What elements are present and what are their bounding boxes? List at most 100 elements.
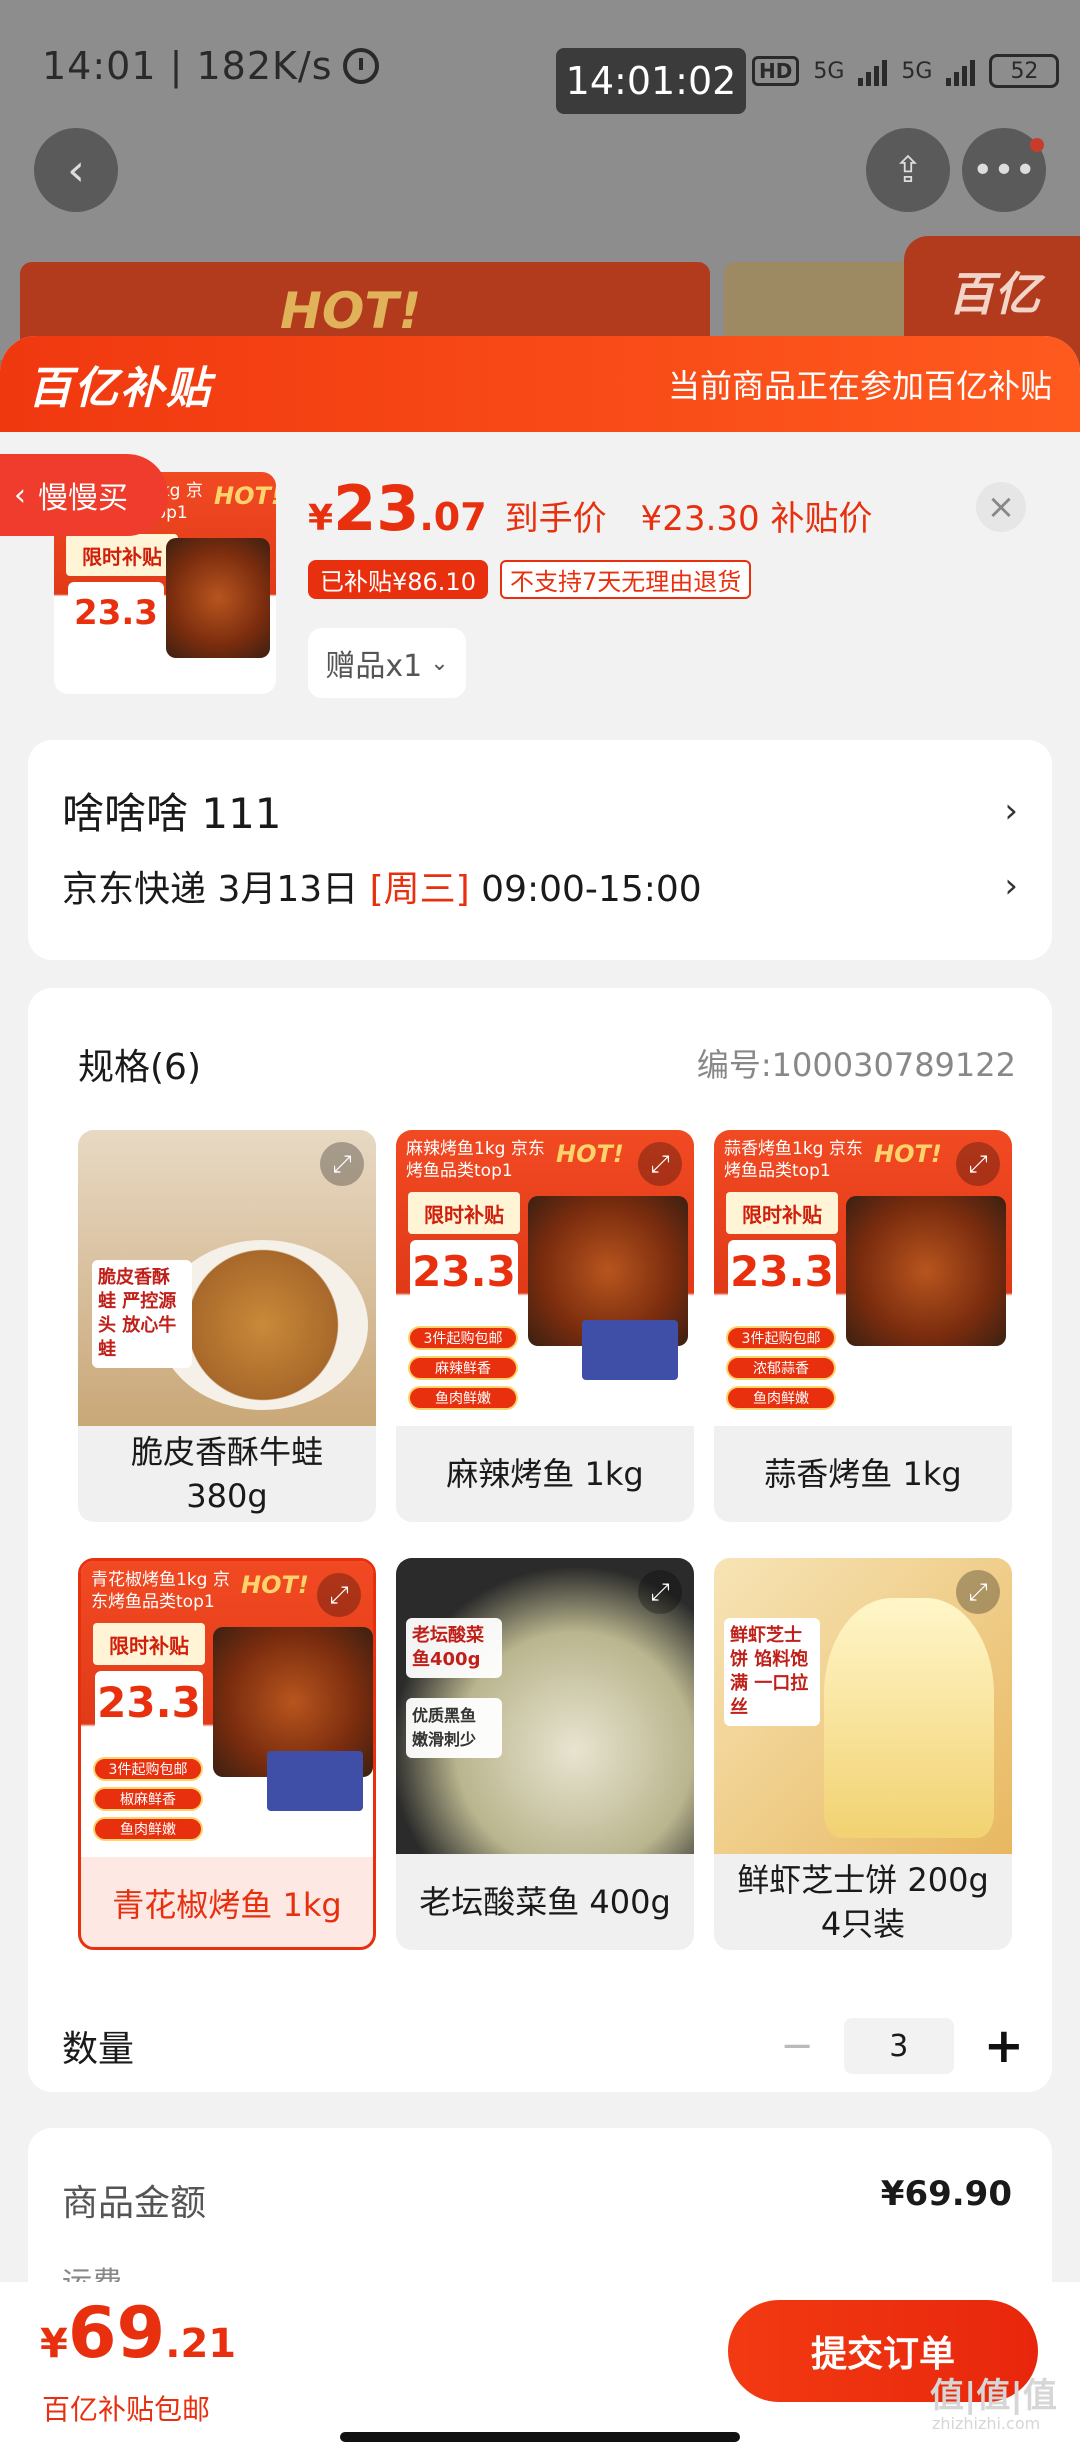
- subsidy-header: 百亿补贴 当前商品正在参加百亿补贴: [0, 336, 1080, 432]
- price-currency: ¥: [308, 498, 334, 539]
- thumb-hot-text: HOT!: [214, 482, 276, 510]
- chevron-down-icon: ⌄: [430, 650, 449, 676]
- spec-name: 脆皮香酥牛蛙 380g: [130, 1433, 323, 1515]
- subsidy-note: 当前商品正在参加百亿补贴: [667, 367, 1052, 405]
- amount-label: 商品金额: [62, 2183, 207, 2224]
- image-hot: HOT!: [874, 1140, 942, 1168]
- signal-icon: [858, 56, 888, 86]
- total-currency: ¥: [40, 2321, 68, 2367]
- image-hot: HOT!: [556, 1140, 624, 1168]
- total-integer: 69: [67, 2292, 166, 2374]
- quantity-value[interactable]: 3: [843, 2018, 954, 2074]
- spec-option-garlic-fish[interactable]: 蒜香烤鱼1kg 京东烤鱼品类top1 HOT! 限时补贴 23.3 3件起购包邮…: [714, 1130, 1012, 1522]
- image-tag: 脆皮香酥蛙 严控源头 放心牛蛙: [92, 1260, 192, 1368]
- free-shipping-note: 百亿补贴包邮: [42, 2393, 211, 2426]
- spec-option-frog[interactable]: 脆皮香酥蛙 严控源头 放心牛蛙 ⤢ 脆皮香酥牛蛙 380g: [78, 1130, 376, 1522]
- expand-icon[interactable]: ⤢: [956, 1570, 1000, 1614]
- price-line: ¥ 23 .07 到手价 ¥23.30 补贴价: [308, 472, 872, 545]
- image-price: 23.3: [95, 1671, 203, 1733]
- notification-dot: [1030, 138, 1044, 152]
- spec-option-spicy-fish[interactable]: 麻辣烤鱼1kg 京东烤鱼品类top1 HOT! 限时补贴 23.3 3件起购包邮…: [396, 1130, 694, 1522]
- image-pill: 3件起购包邮: [93, 1757, 203, 1781]
- image-pill: 鱼肉鲜嫩: [726, 1386, 836, 1410]
- image-hot: HOT!: [241, 1571, 309, 1599]
- spec-image: 蒜香烤鱼1kg 京东烤鱼品类top1 HOT! 限时补贴 23.3 3件起购包邮…: [714, 1130, 1012, 1426]
- image-tag: 老坛酸菜鱼400g: [406, 1618, 502, 1678]
- status-left: 14:01 | 182K/s: [42, 44, 379, 88]
- expand-icon[interactable]: ⤢: [638, 1570, 682, 1614]
- back-button[interactable]: ‹: [34, 128, 118, 212]
- more-button[interactable]: •••: [962, 128, 1046, 212]
- expand-icon[interactable]: ⤢: [956, 1142, 1000, 1186]
- slow-buy-tab[interactable]: ‹ 慢慢买: [0, 454, 168, 536]
- chevron-left-icon: ‹: [67, 144, 85, 196]
- image-header: 蒜香烤鱼1kg 京东烤鱼品类top1: [724, 1139, 863, 1181]
- checkout-bar: ¥ 69 .21 百亿补贴包邮 提交订单 值|值|值 zhizhizhi.com: [0, 2282, 1080, 2460]
- image-tag: 鲜虾芝士饼 馅料饱满 一口拉丝: [724, 1618, 820, 1726]
- address-card[interactable]: 啥啥啥 111 › 京东快递 3月13日 [周三] 09:00-15:00 ›: [28, 740, 1052, 960]
- quantity-row: 数量 − 3 +: [62, 2018, 1024, 2074]
- price-decimal: .07: [419, 495, 487, 539]
- courier-date: 京东快递 3月13日: [62, 869, 359, 910]
- more-icon: •••: [972, 149, 1036, 191]
- spec-grid: 脆皮香酥蛙 严控源头 放心牛蛙 ⤢ 脆皮香酥牛蛙 380g 麻辣烤鱼1kg 京东…: [78, 1130, 1032, 1950]
- thumb-promo: 限时补贴: [66, 534, 178, 576]
- product-code: 编号:100030789122: [696, 1046, 1016, 1084]
- spec-option-shrimp-pie[interactable]: 鲜虾芝士饼 馅料饱满 一口拉丝 ⤢ 鲜虾芝士饼 200g 4只装: [714, 1558, 1012, 1950]
- spec-option-pepper-fish[interactable]: 青花椒烤鱼1kg 京东烤鱼品类top1 HOT! 限时补贴 23.3 3件起购包…: [78, 1558, 376, 1950]
- background-page: 14:01 | 182K/s 14:01:02 HD 5G 5G 52 ‹ ⇪ …: [0, 0, 1080, 387]
- price-integer: 23: [333, 472, 420, 545]
- quantity-stepper: − 3 +: [780, 2018, 1024, 2074]
- hd-icon: HD: [752, 56, 800, 86]
- status-bar: 14:01 | 182K/s 14:01:02 HD 5G 5G 52: [0, 0, 1080, 130]
- gift-label: 赠品x1: [325, 649, 423, 684]
- image-price: 23.3: [728, 1240, 836, 1302]
- spec-image: 麻辣烤鱼1kg 京东烤鱼品类top1 HOT! 限时补贴 23.3 3件起购包邮…: [396, 1130, 694, 1426]
- gift-selector[interactable]: 赠品x1 ⌄: [308, 628, 466, 698]
- shipping-row[interactable]: 京东快递 3月13日 [周三] 09:00-15:00 ›: [62, 860, 1018, 912]
- delivery-day: [周三]: [369, 869, 470, 910]
- image-promo: 限时补贴: [726, 1192, 838, 1234]
- decrease-button[interactable]: −: [780, 2023, 814, 2069]
- alarm-icon: [342, 48, 379, 84]
- chevron-right-icon: ›: [1004, 790, 1018, 831]
- expand-icon[interactable]: ⤢: [638, 1142, 682, 1186]
- spec-option-pickled-fish[interactable]: 老坛酸菜鱼400g 优质黑鱼 嫩滑刺少 ⤢ 老坛酸菜鱼 400g: [396, 1558, 694, 1950]
- amount-value: ¥69.90: [880, 2174, 1012, 2214]
- image-pill: 浓郁蒜香: [726, 1356, 836, 1380]
- image-header: 青花椒烤鱼1kg 京东烤鱼品类top1: [91, 1570, 230, 1612]
- spec-image: 脆皮香酥蛙 严控源头 放心牛蛙 ⤢: [78, 1130, 376, 1426]
- share-button[interactable]: ⇪: [866, 128, 950, 212]
- status-time-speed: 14:01 | 182K/s: [42, 44, 333, 88]
- thumb-price: 23.3: [68, 582, 164, 644]
- image-pill: 鱼肉鲜嫩: [93, 1817, 203, 1841]
- subsidy-logo: 百亿补贴: [28, 363, 212, 414]
- battery-icon: 52: [989, 54, 1060, 88]
- thumb-dish: [166, 538, 270, 658]
- increase-button[interactable]: +: [984, 2018, 1024, 2074]
- pie-image: [824, 1598, 994, 1838]
- time-chip: 14:01:02: [556, 48, 746, 114]
- quantity-label: 数量: [62, 2029, 135, 2070]
- close-button[interactable]: ×: [976, 482, 1026, 532]
- spec-image: 鲜虾芝士饼 馅料饱满 一口拉丝 ⤢: [714, 1558, 1012, 1854]
- status-right: HD 5G 5G 52: [752, 48, 1060, 94]
- slow-buy-label: 慢慢买: [38, 481, 128, 516]
- image-promo: 限时补贴: [408, 1192, 520, 1234]
- chevron-left-icon: ‹: [14, 477, 26, 513]
- final-price-label: 到手价: [504, 499, 607, 539]
- watermark-url: zhizhizhi.com: [932, 2414, 1041, 2433]
- image-tag-2: 优质黑鱼 嫩滑刺少: [406, 1698, 502, 1758]
- total-price: ¥ 69 .21: [40, 2292, 236, 2374]
- image-pill: 麻辣鲜香: [408, 1356, 518, 1380]
- expand-icon[interactable]: ⤢: [317, 1573, 361, 1617]
- amount-row: 商品金额 ¥69.90: [62, 2174, 1012, 2226]
- address-name-row[interactable]: 啥啥啥 111 ›: [62, 780, 1018, 841]
- product-tags: 已补贴¥86.10 不支持7天无理由退货: [308, 560, 752, 599]
- package-image: [267, 1751, 363, 1811]
- expand-icon[interactable]: ⤢: [320, 1142, 364, 1186]
- image-promo: 限时补贴: [93, 1623, 205, 1665]
- home-indicator[interactable]: [340, 2432, 740, 2442]
- image-header: 麻辣烤鱼1kg 京东烤鱼品类top1: [406, 1139, 545, 1181]
- share-icon: ⇪: [892, 149, 924, 191]
